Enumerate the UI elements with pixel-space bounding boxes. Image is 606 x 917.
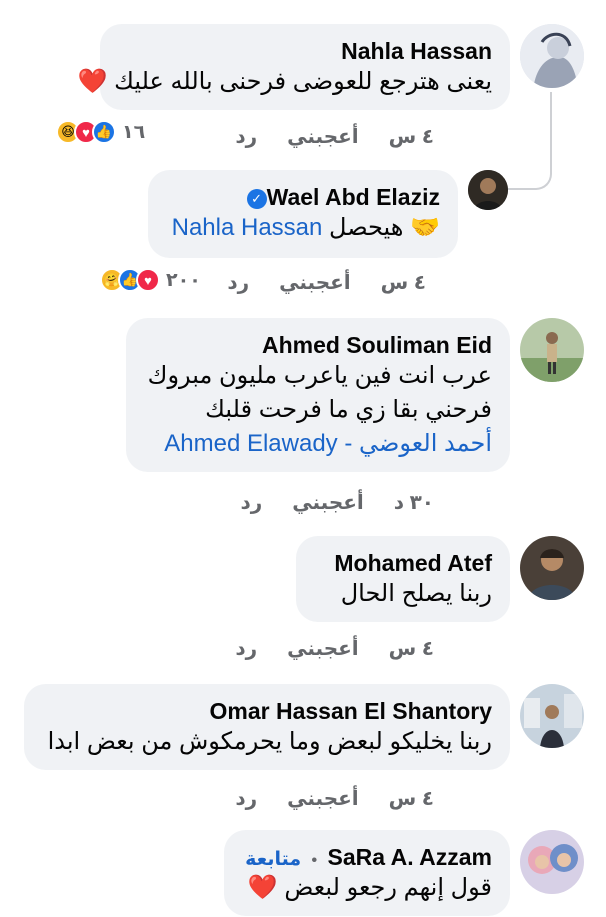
comment-bubble: Mohamed Atef ربنا يصلح الحال [296,536,510,622]
avatar[interactable] [520,24,584,88]
comment-actions: ٤ س أعجبني رد [235,786,434,811]
avatar[interactable] [468,170,508,210]
like-button[interactable]: أعجبني [287,124,359,149]
reaction-icons: 😆 ♥ 👍 [56,120,116,144]
handshake-icon: 🤝 [410,214,440,241]
reply-button[interactable]: رد [235,636,257,661]
heart-icon: ❤️ [77,68,108,95]
mention-separator: - [337,430,360,457]
timestamp[interactable]: ٤ س [389,124,434,149]
comment-text: ربنا يخليكو لبعض وما يحرمكوش من بعض ابدا [47,728,492,755]
comment-author[interactable]: ✓ Wael Abd Elaziz [168,184,440,211]
timestamp[interactable]: ٤ س [389,786,434,811]
comment-text-content: يعنى هترجع للعوضى فرحنى بالله عليك [114,68,492,95]
reply-button[interactable]: رد [235,124,257,149]
comment-text: قول إنهم رجعو لبعض ❤️ [244,871,492,905]
love-icon: ♥ [136,268,160,292]
comment-author[interactable]: متابعة • SaRa A. Azzam [244,844,492,871]
comment-mentions: أحمد العوضي - Ahmed Elawady [146,427,492,461]
comment-text: يعنى هترجع للعوضى فرحنى بالله عليك ❤️ [78,65,492,99]
like-button[interactable]: أعجبني [287,636,359,661]
comment-author[interactable]: Nahla Hassan [120,38,492,65]
timestamp[interactable]: ٤ س [381,270,426,295]
reaction-count: ١٦ [122,121,146,143]
reaction-summary[interactable]: 😆 ♥ 👍 ١٦ [56,120,145,144]
mention-link[interactable]: Nahla Hassan [172,214,323,241]
comment-text: ربنا يصلح الحال [340,580,492,607]
timestamp[interactable]: ٤ س [389,636,434,661]
heart-icon: ❤️ [247,874,278,901]
reply-button[interactable]: رد [227,270,249,295]
reaction-count: ٢٠٠ [166,269,201,291]
follow-button[interactable]: متابعة [245,849,301,870]
comment-text-line: عرب انت فين ياعرب مليون مبروك [147,362,492,389]
like-icon: 👍 [92,120,116,144]
comment-author-name: Wael Abd Elaziz [266,184,440,210]
reaction-icons: 🤗 👍 ♥ [100,268,160,292]
comment-author[interactable]: Ahmed Souliman Eid [146,332,492,359]
avatar[interactable] [520,318,584,382]
like-button[interactable]: أعجبني [287,786,359,811]
comment-actions: ٣٠ د أعجبني رد [240,490,434,515]
reply-thread-line [508,92,552,190]
verified-icon: ✓ [246,189,267,209]
comment-text: 🤝 هيحصل Nahla Hassan [168,211,440,245]
mention-link[interactable]: Ahmed Elawady [164,430,337,457]
like-button[interactable]: أعجبني [292,490,364,515]
comment-actions: ٤ س أعجبني رد [235,124,434,149]
timestamp[interactable]: ٣٠ د [394,490,434,515]
comment-bubble: Omar Hassan El Shantory ربنا يخليكو لبعض… [24,684,510,770]
like-button[interactable]: أعجبني [279,270,351,295]
comment-text-content: هيحصل [329,214,404,241]
comment-bubble: Ahmed Souliman Eid عرب انت فين ياعرب ملي… [126,318,510,472]
mention-link[interactable]: أحمد العوضي [359,430,492,457]
comment-actions: ٤ س أعجبني رد [235,636,434,661]
comment-bubble: متابعة • SaRa A. Azzam قول إنهم رجعو لبع… [224,830,510,916]
avatar[interactable] [520,684,584,748]
comment-author[interactable]: Omar Hassan El Shantory [44,698,493,725]
reaction-summary[interactable]: 🤗 👍 ♥ ٢٠٠ [100,268,201,292]
comment-bubble: ✓ Wael Abd Elaziz 🤝 هيحصل Nahla Hassan [148,170,458,258]
reply-button[interactable]: رد [235,786,257,811]
comment-text-content: قول إنهم رجعو لبعض [284,874,492,901]
comment-text-line: فرحني بقا زي ما فرحت قلبك [205,396,492,423]
comment-author-name: SaRa A. Azzam [327,844,492,870]
comment-author[interactable]: Mohamed Atef [316,550,492,577]
avatar[interactable] [520,536,584,600]
comment-bubble: Nahla Hassan يعنى هترجع للعوضى فرحنى بال… [78,24,510,110]
avatar[interactable] [520,830,584,894]
comment-actions: ٤ س أعجبني رد [227,270,426,295]
reply-button[interactable]: رد [240,490,262,515]
separator: • [311,852,318,869]
